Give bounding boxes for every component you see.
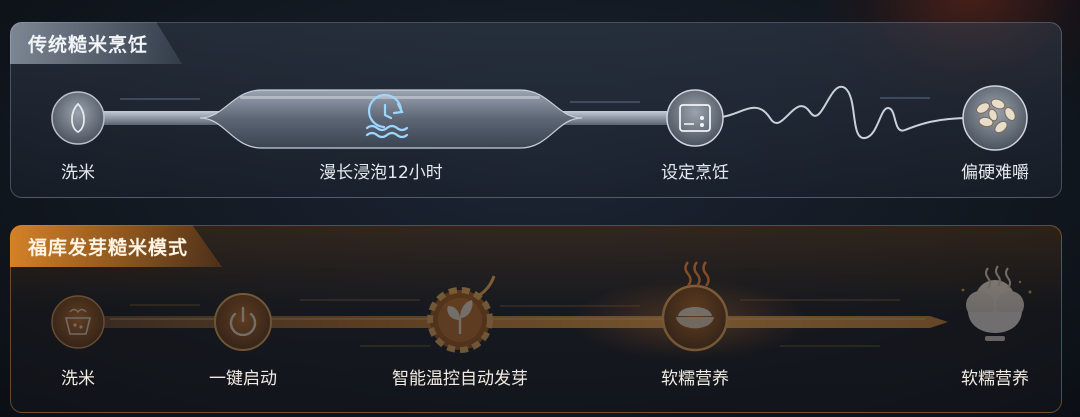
step-label-wash-rice: 洗米 <box>61 163 95 183</box>
step-label-soft-nutritious-2: 软糯营养 <box>961 369 1029 389</box>
step-label-wash-rice-bottom: 洗米 <box>61 369 95 389</box>
cooker-panel-node <box>666 89 724 147</box>
step-label-set-cooking: 设定烹饪 <box>661 163 729 183</box>
hard-rice-node <box>962 85 1028 151</box>
step-label-auto-sprouting: 智能温控自动发芽 <box>392 369 528 389</box>
step-label-long-soak: 漫长浸泡12小时 <box>319 163 443 183</box>
step-label-soft-nutritious-1: 软糯营养 <box>661 369 729 389</box>
sprout-mode-title: 福库发芽糙米模式 <box>10 225 223 267</box>
wash-rice-node <box>51 91 105 145</box>
sprout-mode-panel: 福库发芽糙米模式 <box>10 225 1062 413</box>
step-label-one-touch-start: 一键启动 <box>209 369 277 389</box>
step-label-hard-to-chew: 偏硬难嚼 <box>961 163 1029 183</box>
